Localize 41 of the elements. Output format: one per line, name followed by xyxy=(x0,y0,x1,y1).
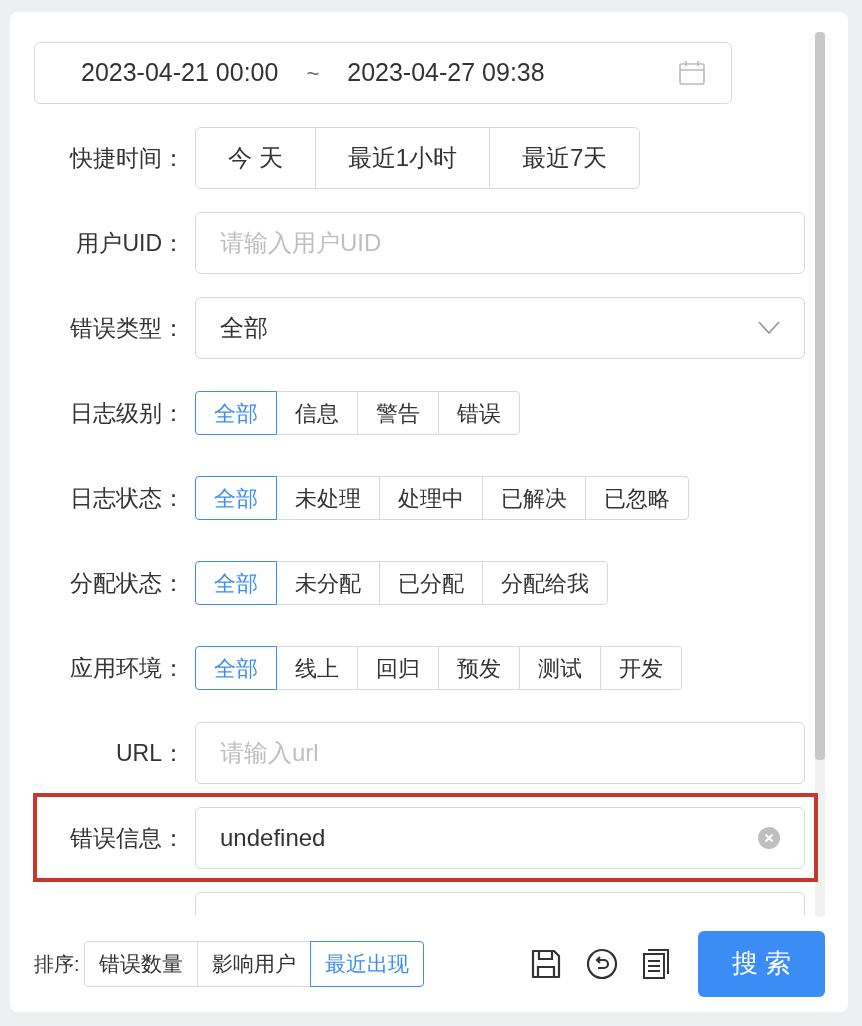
scrollbar[interactable] xyxy=(815,32,825,917)
field-label: 错误类型： xyxy=(70,313,185,343)
sort-button[interactable]: 影响用户 xyxy=(196,940,311,987)
date-range-picker[interactable]: 2023-04-21 00:00 ~ 2023-04-27 09:38 xyxy=(34,42,732,104)
sort-label: 排序: xyxy=(34,951,80,977)
radio-button[interactable]: 回归 xyxy=(357,646,439,690)
field-label: 日志状态： xyxy=(70,483,185,513)
radio-button[interactable]: 预发 xyxy=(438,646,520,690)
field-label: 错误信息： xyxy=(70,823,185,853)
radio-button[interactable]: 错误 xyxy=(438,391,520,435)
radio-button[interactable]: 线上 xyxy=(276,646,358,690)
radio-button[interactable]: 已分配 xyxy=(379,561,483,605)
quick-time-button[interactable]: 最近7天 xyxy=(489,127,641,189)
radio-button[interactable]: 处理中 xyxy=(379,476,483,520)
field-label: 快捷时间： xyxy=(70,143,185,173)
input-field[interactable]: undefined xyxy=(195,807,805,869)
undo-icon[interactable] xyxy=(586,947,618,980)
radio-button[interactable]: 信息 xyxy=(276,391,358,435)
document-icon[interactable] xyxy=(642,948,670,979)
radio-button[interactable]: 分配给我 xyxy=(482,561,608,605)
field-label: URL： xyxy=(116,738,185,768)
save-icon[interactable] xyxy=(530,947,562,980)
quick-time-button[interactable]: 今 天 xyxy=(195,127,316,189)
field-label: 用户UID： xyxy=(76,228,185,258)
radio-button[interactable]: 已解决 xyxy=(482,476,586,520)
calendar-icon xyxy=(679,61,705,85)
radio-button[interactable]: 开发 xyxy=(600,646,682,690)
field-label: 分配状态： xyxy=(70,568,185,598)
field-label: 日志级别： xyxy=(70,398,185,428)
radio-button[interactable]: 已忽略 xyxy=(585,476,689,520)
radio-button[interactable]: 未分配 xyxy=(276,561,380,605)
quick-time-button[interactable]: 最近1小时 xyxy=(314,127,491,189)
radio-button[interactable]: 未处理 xyxy=(276,476,380,520)
input-field[interactable]: 请输入url xyxy=(195,722,805,784)
select-field[interactable]: 全部 xyxy=(195,297,805,359)
input-field[interactable]: 请输入用户UID xyxy=(195,212,805,274)
sort-button[interactable]: 错误数量 xyxy=(83,940,198,987)
radio-button[interactable]: 测试 xyxy=(519,646,601,690)
radio-button[interactable]: 警告 xyxy=(357,391,439,435)
field-label: 应用环境： xyxy=(70,653,185,683)
chevron-down-icon xyxy=(758,321,780,335)
